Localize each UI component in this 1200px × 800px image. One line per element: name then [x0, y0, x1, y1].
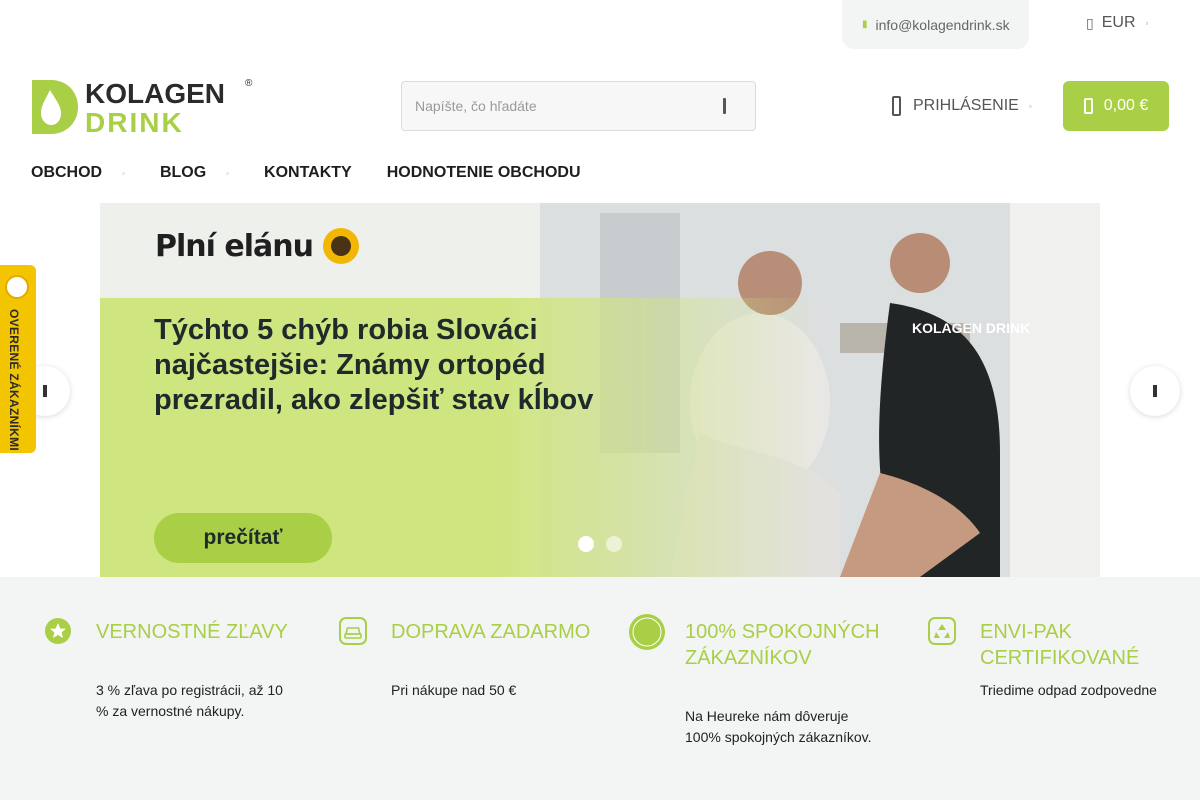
chevron-down-icon: ▫ [1028, 101, 1032, 111]
search-input[interactable] [402, 82, 702, 130]
slider-next-button[interactable] [1130, 366, 1180, 416]
star-icon [44, 617, 72, 645]
chevron-right-icon [1153, 385, 1157, 397]
main-nav: OBCHOD ▫ BLOG ▫ KONTAKTY HODNOTENIE OBCH… [31, 160, 616, 186]
chevron-down-icon: ▫ [226, 168, 230, 178]
slider-dot[interactable] [606, 536, 622, 552]
logo-line1: KOLAGEN [85, 78, 225, 109]
benefit-desc: Na Heureke nám dôveruje 100% spokojných … [685, 708, 872, 745]
email-text: info@kolagendrink.sk [875, 16, 1010, 33]
verified-badge-icon [628, 613, 666, 651]
hero-headline: Týchto 5 chýb robia Slováci najčastejšie… [154, 314, 594, 416]
chevron-down-icon: ▫ [1145, 18, 1149, 28]
benefit-title: 100% SPOKOJNÝCH ZÁKAZNÍKOV [685, 621, 880, 669]
nav-item-blog[interactable]: BLOG ▫ [160, 164, 229, 182]
nav-label: KONTAKTY [264, 164, 352, 181]
benefit-title: VERNOSTNÉ ZĽAVY [96, 621, 288, 643]
benefit-title: ENVI-PAK CERTIFIKOVANÉ [980, 621, 1140, 669]
login-button[interactable]: PRIHLÁSENIE ▫ [891, 92, 1032, 120]
logo-mark: KOLAGEN DRINK ® [32, 78, 253, 138]
read-more-button[interactable]: prečítať [154, 513, 332, 563]
chevron-down-icon: ▫ [122, 168, 125, 178]
campaign-title: Plní elánu [155, 211, 363, 281]
login-label: PRIHLÁSENIE [913, 97, 1019, 114]
verified-customers-badge[interactable]: OVERENÉ ZÁKAZNÍKMI [0, 265, 36, 453]
nav-label: BLOG [159, 164, 207, 181]
cart-total: 0,00 € [1103, 97, 1149, 114]
benefit-title: DOPRAVA ZADARMO [391, 621, 591, 643]
email-link[interactable]: ▮ info@kolagendrink.sk [842, 0, 1029, 49]
benefit-desc: Pri nákupe nad 50 € [391, 682, 517, 698]
slider-dot[interactable] [578, 536, 594, 552]
currency-selector[interactable]: ▯ EUR ▫ [1086, 14, 1148, 32]
nav-item-kontakty[interactable]: KONTAKTY [264, 164, 352, 182]
coins-icon: ▯ [1086, 14, 1094, 31]
recycle-icon [928, 617, 956, 645]
search-icon[interactable] [717, 95, 739, 117]
cart-button[interactable]: 0,00 € [1063, 81, 1169, 131]
benefit-desc: 3 % zľava po registrácii, až 10 % za ver… [96, 682, 283, 719]
campaign-title-text: Plní elánu [155, 228, 314, 264]
slider-dots [578, 536, 634, 552]
site-logo[interactable]: KOLAGEN DRINK ® [31, 76, 255, 138]
hero-slider: KOLAGEN DRINK Plní elánu Týchto 5 chýb r… [0, 203, 1200, 577]
sunflower-icon [322, 228, 359, 264]
shirt-logo: KOLAGEN DRINK [912, 320, 1030, 336]
logo-registered: ® [245, 78, 253, 89]
benefits-section: VERNOSTNÉ ZĽAVY 3 % zľava po registrácii… [0, 577, 1200, 800]
user-icon [891, 96, 903, 116]
envelope-icon: ▮ [862, 19, 868, 30]
currency-label: EUR [1101, 14, 1136, 31]
chevron-left-icon [43, 385, 47, 397]
nav-item-hodnotenie[interactable]: HODNOTENIE OBCHODU [387, 164, 581, 182]
cart-icon [1083, 98, 1094, 114]
car-icon [339, 617, 367, 645]
search-box [401, 81, 756, 131]
heureka-seal-icon [5, 275, 29, 299]
hero-banner[interactable]: KOLAGEN DRINK Plní elánu Týchto 5 chýb r… [100, 203, 1100, 577]
page: ▮ info@kolagendrink.sk ▯ EUR ▫ KOLAGEN D… [0, 0, 1200, 800]
nav-item-obchod[interactable]: OBCHOD ▫ [31, 164, 125, 182]
top-bar: ▮ info@kolagendrink.sk ▯ EUR ▫ [0, 0, 1200, 50]
verified-badge-label: OVERENÉ ZÁKAZNÍKMI [7, 309, 21, 452]
nav-label: OBCHOD [31, 164, 103, 181]
benefit-desc: Triedime odpad zodpovedne [980, 682, 1157, 698]
nav-label: HODNOTENIE OBCHODU [386, 164, 581, 181]
logo-line2: DRINK [85, 107, 184, 136]
